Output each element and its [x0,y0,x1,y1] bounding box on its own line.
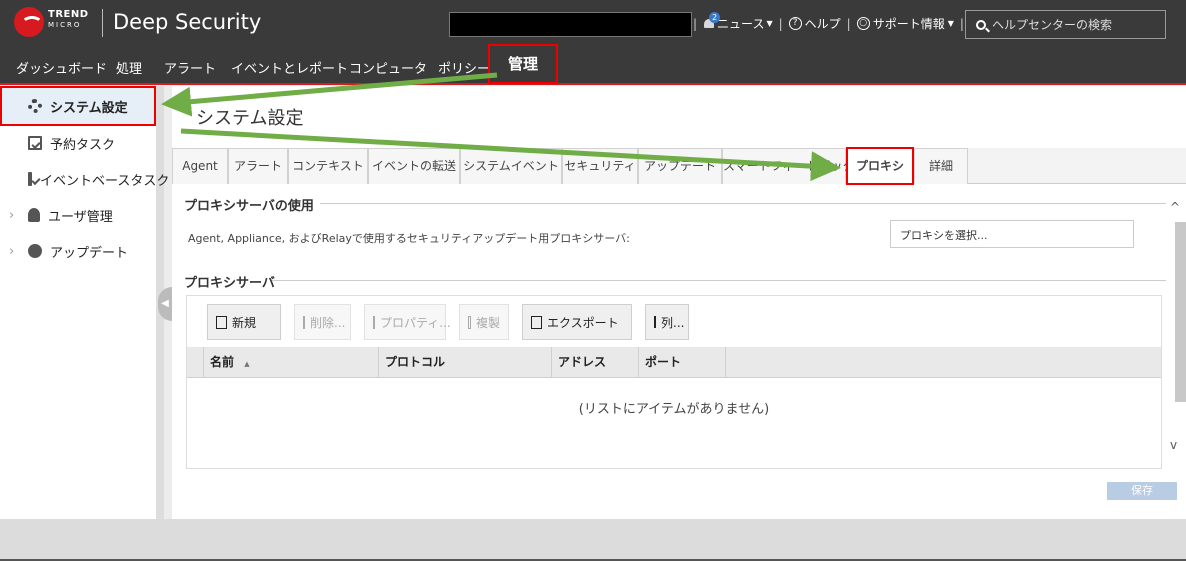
brand-line1: TREND [48,9,89,20]
help-link[interactable]: ? ヘルプ [788,15,841,32]
nav-alerts[interactable]: アラート [164,58,216,77]
trend-micro-logo-icon [14,7,44,37]
brand-text: TREND MICRO [48,9,89,31]
column-header-address[interactable]: アドレス [552,347,639,378]
task-icon [28,172,32,186]
tab-security[interactable]: セキュリティ [562,148,638,184]
proxy-description: Agent, Appliance, およびRelayで使用するセキュリティアップ… [188,232,630,245]
proxy-server-grid: 新規 削除... プロパティ... 複製 エクスポート 列... 名前 ▲ プロ… [186,295,1162,469]
chevron-right-icon[interactable]: › [9,244,14,259]
main-nav: ダッシュボード 処理 アラート イベントとレポート コンピュータ ポリシー 管理 [0,44,1186,85]
nav-computers[interactable]: コンピュータ [349,58,427,77]
nav-administration[interactable]: 管理 [488,44,558,84]
support-link[interactable]: ○ サポート情報 ▼ [856,15,954,32]
section-title-proxy-usage: プロキシサーバの使用 [184,199,314,214]
search-icon [976,19,986,30]
brand-divider [102,9,103,37]
sidebar-item-system-settings[interactable]: システム設定 [0,86,156,126]
section-title-proxy-servers: プロキシサーバ [184,276,275,291]
users-icon [28,208,40,222]
trash-icon [303,315,305,329]
save-button[interactable]: 保存 [1107,482,1177,500]
proxy-select[interactable]: プロキシを選択... [890,220,1134,248]
new-button[interactable]: 新規 [207,304,281,340]
tab-proxies[interactable]: プロキシ [846,147,914,185]
tab-agent[interactable]: Agent [172,148,228,184]
table-header: 名前 ▲ プロトコル アドレス ポート [187,347,1161,378]
columns-button[interactable]: 列... [645,304,689,340]
bell-icon: 2 [703,12,721,30]
tab-system-events[interactable]: システムイベント [460,148,562,184]
task-icon [28,136,42,150]
sidebar: システム設定 予約タスク イベントベースタスク › ユーザ管理 › アップデート [0,86,169,519]
help-search-input[interactable]: ヘルプセンターの検索 [965,10,1166,39]
nav-dashboard[interactable]: ダッシュボード [16,58,107,77]
tab-event-forwarding[interactable]: イベントの転送 [368,148,460,184]
header-links: | 2 ニュース ▼ | ? ヘルプ | ○ サポート情報 ▼ | [693,12,964,32]
tab-updates[interactable]: アップデート [638,148,722,184]
tab-alerts[interactable]: アラート [228,148,288,184]
scroll-down-arrow[interactable]: v [1170,438,1177,452]
update-icon [28,244,42,258]
chevron-down-icon: ▼ [947,19,954,28]
news-link[interactable]: 2 ニュース ▼ [703,12,773,32]
nav-actions[interactable]: 処理 [116,58,142,77]
tab-advanced[interactable]: 詳細 [914,148,968,184]
footer-strip [0,519,1186,561]
settings-tabs: Agent アラート コンテキスト イベントの転送 システムイベント セキュリテ… [172,147,1186,185]
column-header-name[interactable]: 名前 ▲ [204,347,379,378]
redacted-field [449,12,692,37]
tab-smart-feedback[interactable]: スマートフィードバック [722,148,854,184]
empty-list-message: (リストにアイテムがありません) [578,402,770,417]
top-bar: TREND MICRO Deep Security | 2 ニュース ▼ | ?… [0,0,1186,48]
sidebar-item-updates[interactable]: › アップデート [0,233,156,269]
column-header-port[interactable]: ポート [639,347,726,378]
tab-context[interactable]: コンテキスト [288,148,368,184]
duplicate-button[interactable]: 複製 [459,304,509,340]
table-header-spacer [187,347,204,378]
page-title: システム設定 [196,108,304,129]
sidebar-item-user-management[interactable]: › ユーザ管理 [0,197,156,233]
properties-button[interactable]: プロパティ... [364,304,451,340]
nav-events-reports[interactable]: イベントとレポート [231,58,348,77]
nav-policies[interactable]: ポリシー [438,58,490,77]
columns-icon [654,316,656,328]
copy-icon [468,315,471,329]
export-button[interactable]: エクスポート [522,304,632,340]
grid-toolbar: 新規 削除... プロパティ... 複製 エクスポート 列... [207,304,702,340]
gear-icon [28,99,42,113]
sidebar-item-scheduled-tasks[interactable]: 予約タスク [0,125,156,161]
scrollbar-thumb[interactable] [1175,222,1186,402]
export-icon [531,315,542,329]
sidebar-item-event-based-tasks[interactable]: イベントベースタスク [0,161,169,197]
news-count-badge: 2 [709,12,721,23]
scroll-up-arrow[interactable]: ^ [1170,200,1180,214]
column-header-protocol[interactable]: プロトコル [379,347,552,378]
chevron-right-icon[interactable]: › [9,208,14,223]
sort-ascending-icon: ▲ [244,360,250,368]
product-name: Deep Security [113,10,262,34]
new-document-icon [216,315,227,329]
help-icon: ? [788,17,802,30]
divider [320,203,1166,204]
main-panel: システム設定 Agent アラート コンテキスト イベントの転送 システムイベン… [172,86,1186,519]
delete-button[interactable]: 削除... [294,304,351,340]
brand-line2: MICRO [48,21,82,29]
divider [272,280,1166,281]
lifebuoy-icon: ○ [856,17,870,30]
chevron-down-icon: ▼ [766,19,773,28]
properties-icon [373,315,375,329]
